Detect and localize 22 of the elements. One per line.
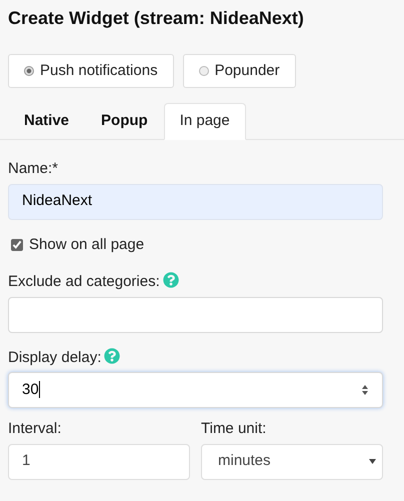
tab[interactable]: Popup (85, 103, 164, 140)
checkbox[interactable] (11, 238, 23, 251)
help-icon[interactable] (162, 272, 179, 288)
caret-icon (369, 459, 376, 464)
input-field[interactable]: NideaNext (8, 184, 383, 220)
spinner-icon[interactable] (361, 384, 369, 396)
field-label: Display delay: (8, 348, 102, 366)
input-field[interactable]: 30 (8, 372, 383, 408)
radio-option[interactable]: Popunder (182, 54, 296, 88)
help-icon[interactable] (104, 348, 120, 364)
checkbox-label: Show on all page (29, 234, 144, 254)
field-label: Time unit: (201, 419, 268, 439)
field-label: Exclude ad categories: (8, 273, 160, 290)
tab[interactable]: In page (164, 103, 246, 140)
input-field[interactable] (8, 296, 383, 332)
field-label: Interval: (8, 419, 62, 439)
dropdown[interactable]: minutes (201, 444, 383, 480)
page-title: Create Widget (stream: NideaNext) (7, 7, 305, 30)
tab[interactable]: Native (8, 103, 86, 140)
input-field[interactable]: 1 (8, 444, 190, 480)
radio-option[interactable]: Push notifications (8, 54, 174, 88)
field-label: Name:* (8, 160, 58, 177)
